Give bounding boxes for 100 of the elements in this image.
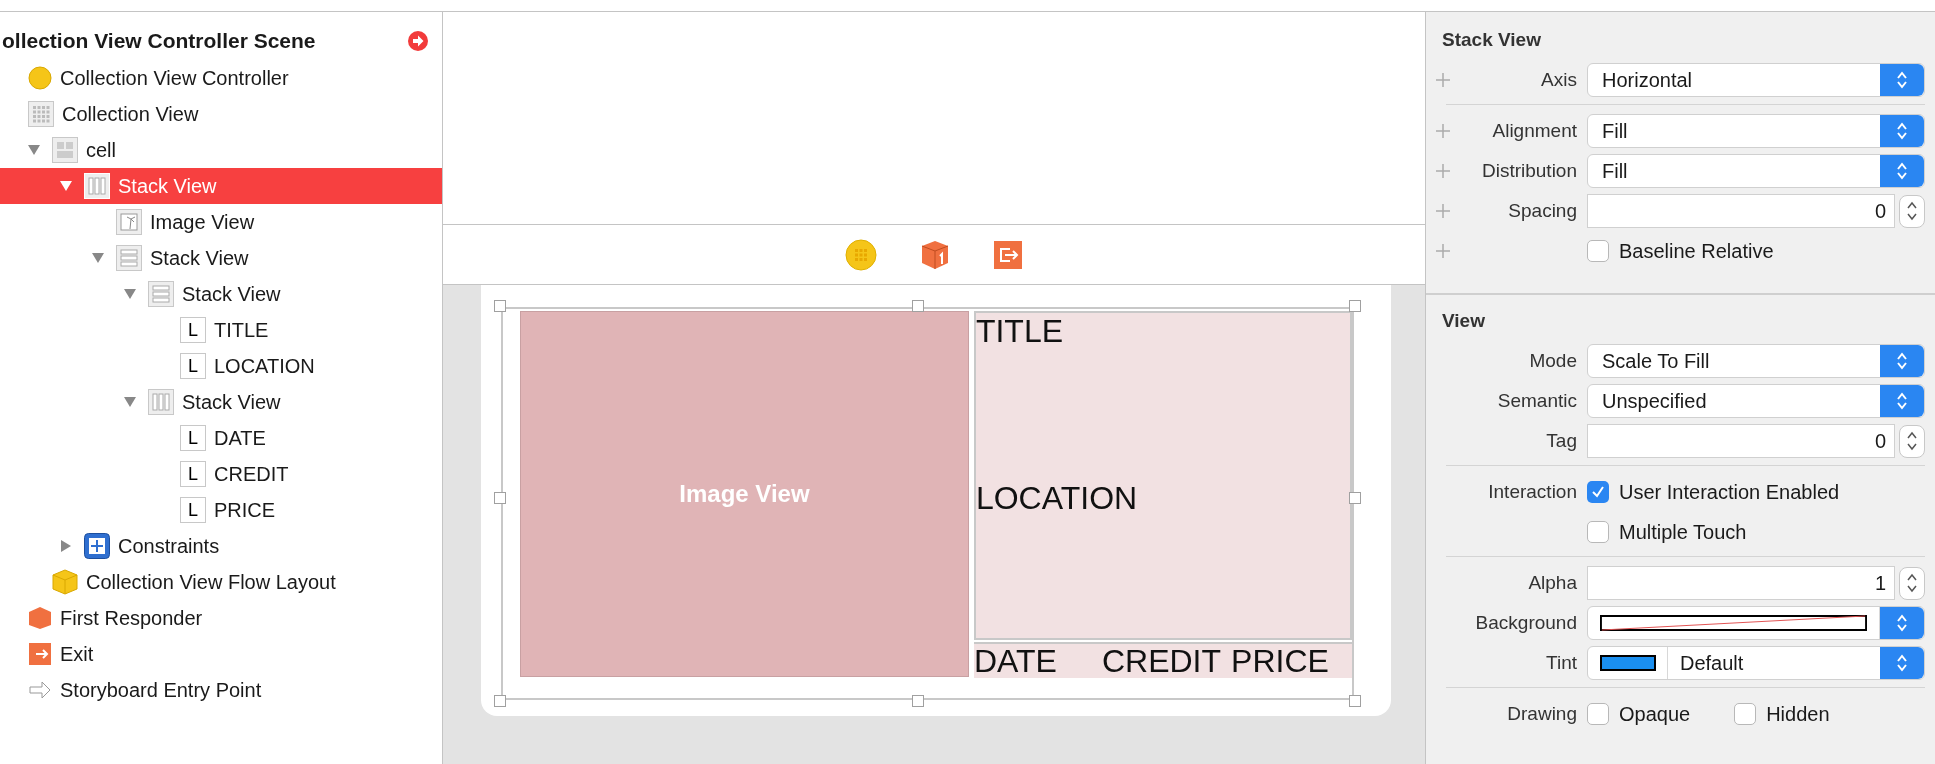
credit-label[interactable]: CREDIT — [1101, 644, 1222, 678]
outline-row[interactable]: Collection View Controller — [0, 60, 442, 96]
collapse-triangle-icon[interactable] — [59, 179, 73, 193]
outline-label: cell — [86, 138, 116, 163]
clear-color-swatch-icon — [1600, 615, 1867, 631]
chevrons-icon — [1896, 391, 1908, 411]
resize-handle[interactable] — [1349, 300, 1361, 312]
outline-label: DATE — [214, 426, 266, 451]
collapse-triangle-icon[interactable] — [27, 143, 41, 157]
collapse-triangle-icon[interactable] — [123, 287, 137, 301]
arrow-circle-icon[interactable] — [408, 31, 428, 51]
collapse-triangle-icon[interactable] — [123, 395, 137, 409]
field-label: Mode — [1529, 349, 1577, 371]
resize-handle[interactable] — [1349, 492, 1361, 504]
field-label: Semantic — [1497, 389, 1577, 411]
label-stack[interactable]: TITLE LOCATION — [973, 311, 1352, 640]
checkbox[interactable] — [1734, 703, 1757, 725]
chevrons-icon — [1896, 613, 1908, 633]
field-label: Spacing — [1508, 199, 1577, 221]
resize-handle[interactable] — [912, 300, 924, 312]
field-label: Alpha — [1528, 571, 1577, 593]
field-label: Tint — [1546, 651, 1577, 673]
location-label[interactable]: LOCATION — [975, 480, 1350, 516]
outline-row[interactable]: Stack View — [0, 276, 442, 312]
popup-button[interactable]: Scale To Fill — [1587, 344, 1925, 378]
popup-button[interactable]: Unspecified — [1587, 384, 1925, 418]
field-label: Background — [1475, 611, 1577, 633]
resize-handle[interactable] — [1349, 695, 1361, 707]
rows-icon — [148, 281, 174, 307]
outline-row[interactable]: Collection View Flow Layout — [0, 564, 442, 600]
resize-handle[interactable] — [912, 695, 924, 707]
plus-icon[interactable] — [1436, 124, 1450, 138]
checkbox[interactable] — [1587, 481, 1609, 503]
outline-row[interactable]: L TITLE — [0, 312, 442, 348]
stack-view-frame[interactable]: Image View TITLE LOCATION DATE CREDIT PRICE — [501, 307, 1354, 700]
outline-label: First Responder — [60, 606, 203, 631]
stepper[interactable] — [1899, 194, 1925, 228]
outline-row[interactable]: cell — [0, 132, 442, 168]
popup-button[interactable]: Horizontal — [1587, 63, 1925, 97]
outline-row[interactable]: Constraints — [0, 528, 442, 564]
outline-label: LOCATION — [214, 354, 315, 379]
checkbox-label: Opaque — [1619, 702, 1691, 727]
color-popup[interactable] — [1587, 606, 1925, 640]
checkbox[interactable] — [1587, 703, 1609, 725]
exit-icon[interactable] — [993, 239, 1023, 270]
grid-icon — [28, 101, 54, 127]
outline-row[interactable]: L PRICE — [0, 492, 442, 528]
outline-row[interactable]: Image View — [0, 204, 442, 240]
popup-button[interactable]: Fill — [1587, 154, 1925, 188]
resize-handle[interactable] — [494, 695, 506, 707]
number-field[interactable]: 1 — [1587, 566, 1895, 600]
number-field[interactable]: 0 — [1587, 194, 1895, 228]
checkbox-label: User Interaction Enabled — [1619, 480, 1840, 505]
chevrons-icon — [1896, 70, 1908, 90]
plus-icon[interactable] — [1436, 204, 1450, 218]
number-field[interactable]: 0 — [1587, 424, 1895, 458]
outline-label: Stack View — [118, 174, 217, 199]
outline-label: Image View — [150, 210, 255, 235]
checkbox-label: Multiple Touch — [1619, 520, 1747, 545]
resize-handle[interactable] — [494, 300, 506, 312]
chevrons-icon — [1906, 572, 1918, 594]
title-label[interactable]: TITLE — [975, 313, 1350, 349]
section-title: View — [1442, 308, 1485, 333]
outline-row[interactable]: Stack View — [0, 240, 442, 276]
grid-circle-icon[interactable] — [845, 238, 877, 271]
columns-icon — [148, 389, 174, 415]
collapse-triangle-icon[interactable] — [91, 251, 105, 265]
label-icon: L — [180, 353, 206, 379]
outline-row[interactable]: Stack View — [0, 384, 442, 420]
date-label[interactable]: DATE — [973, 644, 1102, 678]
checkbox-label: Baseline Relative — [1619, 239, 1774, 264]
field-label: Distribution — [1481, 159, 1577, 181]
color-popup[interactable]: Default — [1587, 646, 1925, 680]
checkbox[interactable] — [1587, 521, 1609, 543]
outline-row[interactable]: Stack View — [0, 168, 442, 204]
stepper[interactable] — [1899, 424, 1925, 458]
outline-label: Storyboard Entry Point — [60, 678, 262, 703]
popup-button[interactable]: Fill — [1587, 114, 1925, 148]
outline-label: CREDIT — [214, 462, 289, 487]
scene-title: ollection View Controller Scene — [2, 28, 317, 55]
outline-row[interactable]: Exit — [0, 636, 442, 672]
stepper[interactable] — [1899, 566, 1925, 600]
outline-row[interactable]: L LOCATION — [0, 348, 442, 384]
checkbox[interactable] — [1587, 240, 1609, 262]
price-label[interactable]: PRICE — [1231, 644, 1329, 678]
label-icon: L — [180, 425, 206, 451]
label-stack[interactable]: DATE CREDIT PRICE — [973, 642, 1352, 678]
resize-handle[interactable] — [494, 492, 506, 504]
plus-icon[interactable] — [1436, 164, 1450, 178]
cell-icon — [52, 137, 78, 163]
outline-row[interactable]: L CREDIT — [0, 456, 442, 492]
expand-triangle-icon[interactable] — [59, 539, 73, 553]
outline-row[interactable]: Storyboard Entry Point — [0, 672, 442, 708]
plus-icon[interactable] — [1436, 244, 1450, 258]
plus-icon[interactable] — [1436, 73, 1450, 87]
outline-row[interactable]: Collection View — [0, 96, 442, 132]
label-icon: L — [180, 317, 206, 343]
outline-row[interactable]: L DATE — [0, 420, 442, 456]
chevrons-icon — [1896, 121, 1908, 141]
outline-row[interactable]: First Responder — [0, 600, 442, 636]
